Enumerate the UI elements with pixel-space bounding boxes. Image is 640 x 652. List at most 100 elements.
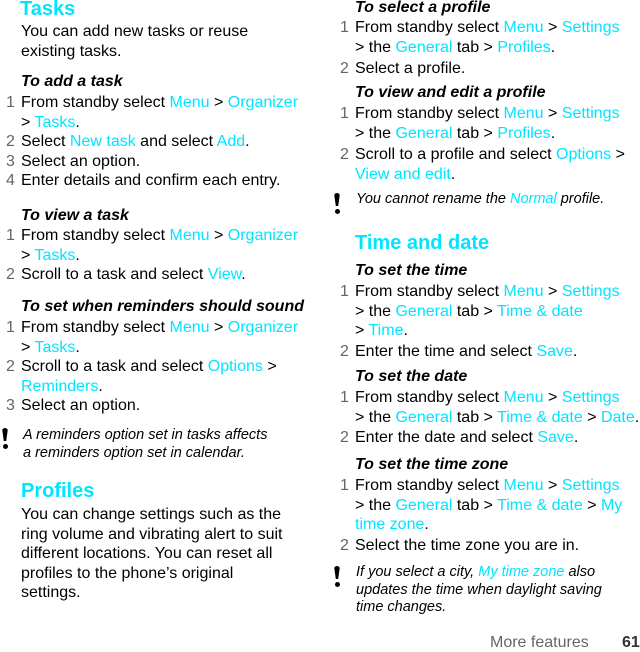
set-time-title: To set the time <box>355 262 468 279</box>
note-line: If you select a city, My time zone also <box>356 564 602 582</box>
menu-link: Menu <box>169 227 210 244</box>
intro-line: existing tasks. <box>21 42 122 60</box>
step-number: 2 <box>6 133 15 150</box>
time-zone-note: If you select a city, My time zone also … <box>356 564 602 617</box>
step-text: tab > <box>452 408 498 426</box>
intro-line: You can add new tasks or reuse <box>21 23 249 40</box>
step-text: From standby select <box>21 227 170 244</box>
menu-link: Menu <box>169 94 210 111</box>
reminders-link: Reminders <box>21 377 99 395</box>
step: 2 Enter the time and select Save. <box>340 342 640 362</box>
settings-link: Settings <box>561 283 620 300</box>
menu-link: Menu <box>503 389 544 406</box>
step-number: 2 <box>6 266 15 283</box>
separator: > <box>543 477 562 494</box>
intro-line: profiles to the phone’s original <box>21 564 234 582</box>
page-number-wrap: 61 <box>622 634 640 652</box>
step-text: From standby select <box>21 319 170 336</box>
general-link: General <box>395 38 453 56</box>
step-text: > the <box>355 408 396 426</box>
step-text: and select <box>135 133 217 150</box>
step-text: tab > <box>452 496 498 514</box>
step-number: 2 <box>340 146 349 163</box>
separator: > <box>543 389 562 406</box>
edit-profile-title: To view and edit a profile <box>355 84 546 101</box>
settings-link: Settings <box>561 19 620 36</box>
period: . <box>424 516 429 533</box>
step: 2 Select a profile. <box>340 59 640 79</box>
step-text: From standby select <box>21 94 170 111</box>
step-text: From standby select <box>355 105 504 122</box>
step-text: > the <box>355 496 396 514</box>
separator: > <box>582 408 601 426</box>
separator: > <box>582 496 601 514</box>
my-time-zone-link: time zone <box>355 516 425 533</box>
period: . <box>98 377 103 395</box>
intro-line: settings. <box>21 584 81 601</box>
profiles-link: Profiles <box>497 124 551 142</box>
note-line: A reminders option set in tasks affects <box>23 427 268 443</box>
organizer-link: Organizer <box>227 94 299 111</box>
view-task-title: To view a task <box>21 207 129 224</box>
note-text: You cannot rename the <box>356 191 510 207</box>
tasks-link: Tasks <box>34 338 76 356</box>
separator: > <box>543 105 562 122</box>
select-profile-steps: 1 From standby select Menu > Settings > … <box>340 18 640 79</box>
separator: > <box>209 319 228 336</box>
separator: > <box>355 322 369 339</box>
general-link: General <box>395 496 453 514</box>
separator: > <box>262 358 277 375</box>
new-task-link: New task <box>69 133 136 150</box>
reminders-steps: 1 From standby select Menu > Organizer >… <box>6 318 321 416</box>
save-link: Save <box>536 342 573 360</box>
general-link: General <box>395 302 453 320</box>
separator: > <box>21 113 35 131</box>
step-number: 1 <box>340 477 349 494</box>
options-link: Options <box>556 146 612 163</box>
intro-line: different locations. You can reset all <box>21 545 273 562</box>
step-number: 2 <box>340 60 349 77</box>
menu-link: Menu <box>503 477 544 494</box>
step-number: 1 <box>340 19 349 36</box>
time-and-date-link: Time & date <box>497 408 583 426</box>
separator: > <box>21 338 35 356</box>
step: 1 From standby select Menu > Organizer >… <box>6 318 321 357</box>
step-number: 2 <box>340 429 349 446</box>
step: 2 Select the time zone you are in. <box>340 536 640 556</box>
set-time-steps: 1 From standby select Menu > Settings > … <box>340 282 640 362</box>
note-text: If you select a city, <box>356 564 479 580</box>
step-number: 2 <box>6 358 15 375</box>
view-link: View <box>207 266 242 283</box>
warning-icon <box>332 566 342 592</box>
step-text: From standby select <box>355 283 504 300</box>
profiles-intro: You can change settings such as the ring… <box>21 505 282 603</box>
step-text: Enter details and confirm each entry. <box>21 172 281 189</box>
step-text: Select an option. <box>21 397 141 414</box>
period: . <box>75 113 80 131</box>
add-task-steps: 1 From standby select Menu > Organizer >… <box>6 93 321 191</box>
step: 4 Enter details and confirm each entry. <box>6 171 321 191</box>
separator: > <box>611 146 625 163</box>
warning-icon <box>332 193 342 219</box>
step-number: 1 <box>340 283 349 300</box>
period: . <box>403 322 408 339</box>
warning-icon <box>0 428 10 454</box>
step-text: Select an option. <box>21 152 141 170</box>
time-and-date-link: Time & date <box>497 496 583 514</box>
step-text: From standby select <box>355 477 504 494</box>
step: 1 From standby select Menu > Settings > … <box>340 282 640 341</box>
step-text: Select the time zone you are in. <box>355 536 580 554</box>
note-text: also <box>564 564 596 580</box>
time-and-date-link: Time & date <box>497 302 583 320</box>
step-text: From standby select <box>355 389 504 406</box>
step-number: 1 <box>340 105 349 122</box>
my-time-zone-link: My <box>600 496 623 514</box>
settings-link: Settings <box>561 389 620 406</box>
step-text: > the <box>355 302 396 320</box>
normal-link: Normal <box>509 191 557 207</box>
step: 1 From standby select Menu > Settings > … <box>340 476 640 535</box>
period: . <box>75 338 80 356</box>
step-text: From standby select <box>355 19 504 36</box>
step: 2 Scroll to a profile and select Options… <box>340 145 640 184</box>
step: 2 Select New task and select Add. <box>6 132 321 152</box>
